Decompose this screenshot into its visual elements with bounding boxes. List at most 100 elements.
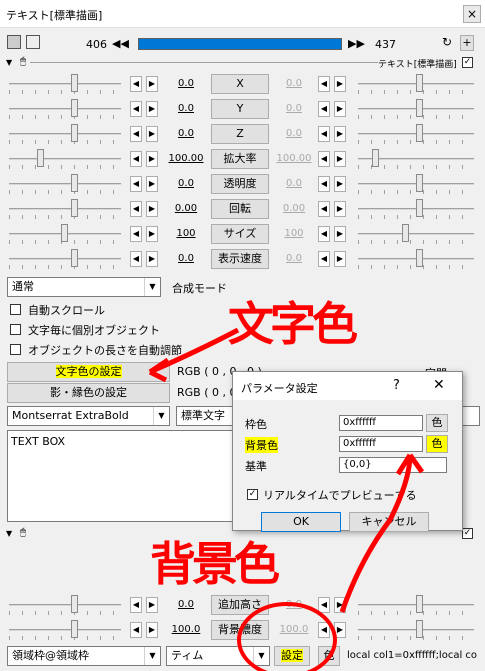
help-button[interactable]: ? [393,378,400,393]
autoscroll-checkbox[interactable] [10,304,21,315]
param-button[interactable]: サイズ [211,224,269,244]
camera-icon[interactable] [7,35,21,49]
param-value[interactable]: 100.0 [168,624,204,635]
decrement-button[interactable]: ◀ [130,226,142,242]
decrement-button[interactable]: ◀ [318,622,330,638]
param-button[interactable]: 追加高さ [211,595,269,615]
decrement-button[interactable]: ◀ [318,251,330,267]
param-slider-right[interactable] [358,124,474,144]
increment-button[interactable]: ▶ [334,201,346,217]
decrement-button[interactable]: ◀ [130,251,142,267]
increment-button[interactable]: ▶ [146,622,158,638]
param-value[interactable]: 100 [168,228,204,239]
blend-mode-select[interactable]: 通常 ▼ [7,277,161,297]
param-slider-right[interactable] [358,99,474,119]
param-value-end[interactable]: 0.0 [276,78,312,89]
param-value[interactable]: 0.00 [168,203,204,214]
decrement-button[interactable]: ◀ [318,226,330,242]
increment-button[interactable]: ▶ [146,151,158,167]
increment-button[interactable]: ▶ [146,226,158,242]
frame-color-button[interactable]: 色 [426,414,448,432]
increment-button[interactable]: ▶ [334,622,346,638]
param-value-end[interactable]: 100.00 [276,153,312,164]
param-button[interactable]: Z [211,124,269,144]
bg-color-button[interactable]: 色 [426,435,448,453]
decrement-button[interactable]: ◀ [130,76,142,92]
dialog-close-button[interactable]: ✕ [433,377,445,393]
param-slider-left[interactable] [9,595,121,615]
object-enable-checkbox[interactable]: ✓ [462,57,473,68]
param-value[interactable]: 0.0 [168,103,204,114]
filter-enable-checkbox[interactable]: ✓ [462,528,473,539]
param-value-end[interactable]: 100.0 [276,624,312,635]
close-button[interactable]: × [463,5,481,23]
forward-icon[interactable]: ▶▶ [348,36,366,52]
param-slider-right[interactable] [358,74,474,94]
param-value-end[interactable]: 0.00 [276,203,312,214]
collapse-icon[interactable]: ▼ [6,58,12,67]
increment-button[interactable]: ▶ [146,101,158,117]
collapse-icon[interactable]: ▼ [6,529,12,538]
decrement-button[interactable]: ◀ [318,151,330,167]
decrement-button[interactable]: ◀ [130,101,142,117]
param-value[interactable]: 0.0 [168,178,204,189]
param-slider-right[interactable] [358,595,474,615]
increment-button[interactable]: ▶ [146,201,158,217]
timeline-bar[interactable] [138,38,342,50]
param-button[interactable]: X [211,74,269,94]
param-slider-right[interactable] [358,199,474,219]
param-button[interactable]: 回転 [211,199,269,219]
decrement-button[interactable]: ◀ [130,622,142,638]
param-slider-left[interactable] [9,249,121,269]
realtime-checkbox[interactable]: ✓ [247,489,258,500]
color-button[interactable]: 色 [318,646,340,666]
increment-button[interactable]: ▶ [146,251,158,267]
decrement-button[interactable]: ◀ [318,126,330,142]
cancel-button[interactable]: キャンセル [349,512,429,532]
decrement-button[interactable]: ◀ [318,201,330,217]
param-slider-left[interactable] [9,174,121,194]
text-style-select[interactable]: 標準文字 [176,406,236,426]
param-slider-left[interactable] [9,199,121,219]
param-button[interactable]: 透明度 [211,174,269,194]
param-value-end[interactable]: 0.0 [276,103,312,114]
param-button[interactable]: 背景濃度 [211,620,269,640]
decrement-button[interactable]: ◀ [318,176,330,192]
decrement-button[interactable]: ◀ [318,597,330,613]
param-slider-right[interactable] [358,149,474,169]
param-button[interactable]: Y [211,99,269,119]
param-value[interactable]: 0.0 [168,128,204,139]
param-value[interactable]: 0.0 [168,78,204,89]
shadow-color-button[interactable]: 影・縁色の設定 [7,383,170,403]
shape-select[interactable]: 領域枠@領域枠 ▼ [7,646,161,666]
param-slider-right[interactable] [358,174,474,194]
param-slider-left[interactable] [9,99,121,119]
param-value[interactable]: 0.0 [168,599,204,610]
param-button[interactable]: 表示速度 [211,249,269,269]
param-slider-right[interactable] [358,620,474,640]
param-slider-left[interactable] [9,74,121,94]
param-slider-right[interactable] [358,224,474,244]
refresh-icon[interactable]: ↻ [442,35,456,51]
decrement-button[interactable]: ◀ [318,101,330,117]
text-color-button[interactable]: 文字色の設定 [7,362,170,382]
param-slider-left[interactable] [9,149,121,169]
decrement-button[interactable]: ◀ [130,126,142,142]
individual-object-checkbox[interactable] [10,324,21,335]
increment-button[interactable]: ▶ [146,597,158,613]
param-value-end[interactable]: 0.0 [276,599,312,610]
alignment-select[interactable] [460,406,480,426]
param-value-end[interactable]: 100 [276,228,312,239]
param-value[interactable]: 0.0 [168,253,204,264]
timing-select[interactable]: ティム ▼ [166,646,270,666]
increment-button[interactable]: ▶ [334,76,346,92]
increment-button[interactable]: ▶ [334,226,346,242]
increment-button[interactable]: ▶ [334,251,346,267]
decrement-button[interactable]: ◀ [130,176,142,192]
rewind-icon[interactable]: ◀◀ [112,36,130,52]
increment-button[interactable]: ▶ [146,76,158,92]
auto-length-checkbox[interactable] [10,344,21,355]
increment-button[interactable]: ▶ [334,597,346,613]
increment-button[interactable]: ▶ [334,101,346,117]
increment-button[interactable]: ▶ [334,151,346,167]
